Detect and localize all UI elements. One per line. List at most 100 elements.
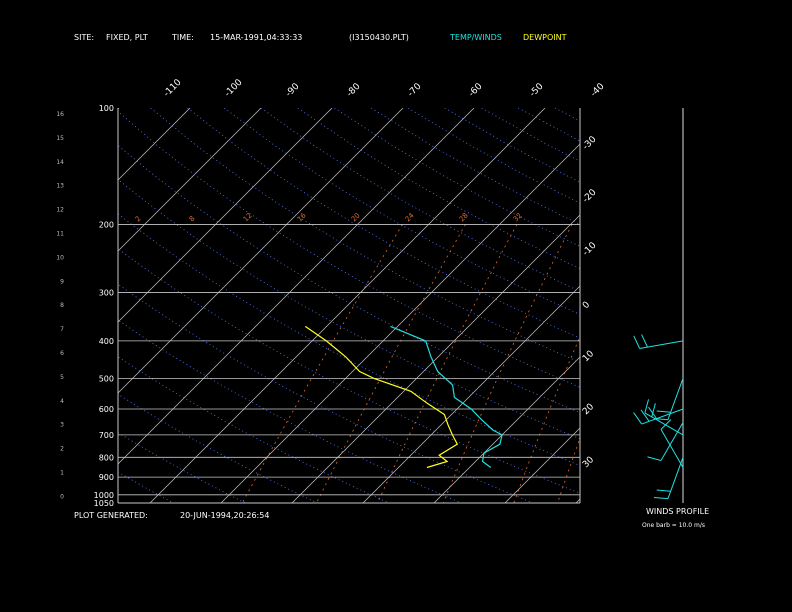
right-temp-label: -10 — [581, 240, 599, 258]
height-tick-3: 3 — [60, 422, 64, 429]
height-tick-15: 15 — [56, 135, 64, 142]
mixing-ratio-label: 24 — [404, 211, 416, 223]
wind-barb-flag — [656, 410, 671, 413]
height-tick-9: 9 — [60, 278, 64, 285]
top-temp-label: -80 — [345, 81, 363, 99]
height-tick-16: 16 — [56, 111, 64, 118]
dry-adiabat — [444, 108, 580, 183]
dry-adiabat — [0, 108, 101, 503]
height-tick-8: 8 — [60, 302, 64, 309]
dewpoint-profile — [304, 325, 459, 469]
pressure-label-300: 300 — [99, 289, 114, 298]
wind-barb-flag — [660, 419, 672, 430]
mixing-ratio-label: 12 — [242, 211, 254, 223]
wind-barb-shaft — [660, 429, 684, 468]
dry-adiabat — [223, 108, 580, 315]
height-tick-0: 0 — [60, 493, 64, 500]
mixing-ratio-label: 32 — [512, 211, 524, 223]
top-temp-label: -90 — [284, 81, 302, 99]
pressure-label-100: 100 — [99, 104, 114, 113]
height-tick-10: 10 — [56, 254, 64, 261]
wind-barb-flag — [641, 334, 648, 348]
dry-adiabat — [118, 283, 534, 503]
mixing-ratio-line — [442, 224, 573, 503]
dry-adiabat — [118, 213, 580, 467]
mixing-ratio-line — [316, 224, 466, 503]
top-temp-label: -70 — [406, 81, 424, 99]
dry-adiabat — [592, 108, 792, 503]
dry-adiabat — [118, 471, 174, 503]
dry-adiabat — [0, 108, 29, 503]
wind-barb-flag — [633, 335, 641, 349]
isotherm — [118, 108, 333, 323]
dry-adiabat — [260, 108, 580, 292]
right-temp-label: -30 — [581, 134, 599, 152]
height-tick-1: 1 — [60, 470, 64, 477]
dry-adiabat — [481, 108, 580, 162]
isotherm — [118, 108, 191, 181]
top-temp-label: -50 — [528, 81, 546, 99]
mixing-ratio-line — [241, 224, 403, 503]
height-tick-14: 14 — [56, 159, 64, 166]
top-temp-label: -110 — [162, 77, 184, 99]
height-tick-13: 13 — [56, 183, 64, 190]
isotherm — [118, 108, 404, 394]
isotherm — [118, 108, 475, 465]
wind-barb-flag — [656, 489, 671, 492]
top-temp-label: -40 — [589, 81, 607, 99]
mixing-ratio-line — [590, 224, 694, 503]
dry-adiabat — [407, 108, 580, 204]
right-temp-label: 20 — [581, 402, 596, 417]
pressure-label-600: 600 — [99, 405, 114, 414]
dry-adiabat — [118, 178, 580, 440]
pressure-label-900: 900 — [99, 473, 114, 482]
pressure-label-1050: 1050 — [94, 499, 114, 508]
mixing-ratio-label: 28 — [458, 211, 470, 223]
right-temp-label: 10 — [581, 349, 596, 364]
isotherm — [433, 356, 580, 503]
pressure-label-400: 400 — [99, 337, 114, 346]
mixing-ratio-line — [557, 437, 580, 503]
plot-area — [0, 108, 792, 503]
dry-adiabat — [118, 248, 580, 494]
top-temp-label: -60 — [467, 81, 485, 99]
isotherm — [220, 143, 580, 503]
isotherm — [0, 108, 48, 503]
height-tick-11: 11 — [56, 231, 64, 238]
wind-barb-flag — [644, 399, 650, 414]
mixing-ratio-label: 8 — [188, 215, 197, 224]
mixing-ratio-line — [615, 224, 714, 503]
right-temp-label: -20 — [581, 187, 599, 205]
mixing-ratio-line — [513, 335, 580, 503]
dry-adiabat — [334, 108, 580, 247]
mixing-ratio-label: 2 — [134, 215, 143, 224]
dry-adiabat — [150, 108, 580, 363]
wind-barb-flag — [647, 456, 662, 462]
isotherm — [504, 427, 580, 503]
height-tick-5: 5 — [60, 374, 64, 381]
right-temp-label: 0 — [581, 300, 592, 311]
top-temp-label: -100 — [223, 77, 245, 99]
pressure-label-500: 500 — [99, 374, 114, 383]
mixing-ratio-line — [655, 224, 747, 503]
dry-adiabat — [118, 393, 318, 503]
dry-adiabat — [297, 108, 580, 269]
pressure-label-200: 200 — [99, 220, 114, 229]
temperature-profile — [390, 325, 503, 468]
isotherm — [718, 108, 792, 503]
dry-adiabat — [118, 110, 580, 388]
wind-barb-shaft — [667, 378, 684, 420]
skew-t-chart: 1002003004005006007008009001000105016151… — [0, 77, 792, 508]
height-tick-7: 7 — [60, 326, 64, 333]
pressure-label-800: 800 — [99, 453, 114, 462]
wind-barb-flag — [633, 412, 643, 425]
height-tick-12: 12 — [56, 207, 64, 214]
height-tick-2: 2 — [60, 446, 64, 453]
height-tick-6: 6 — [60, 350, 64, 357]
dry-adiabat — [118, 432, 246, 503]
height-tick-4: 4 — [60, 398, 64, 405]
isotherm — [575, 498, 580, 503]
isotherm — [362, 285, 580, 503]
isotherm — [291, 214, 580, 503]
right-temp-label: 30 — [581, 455, 596, 470]
